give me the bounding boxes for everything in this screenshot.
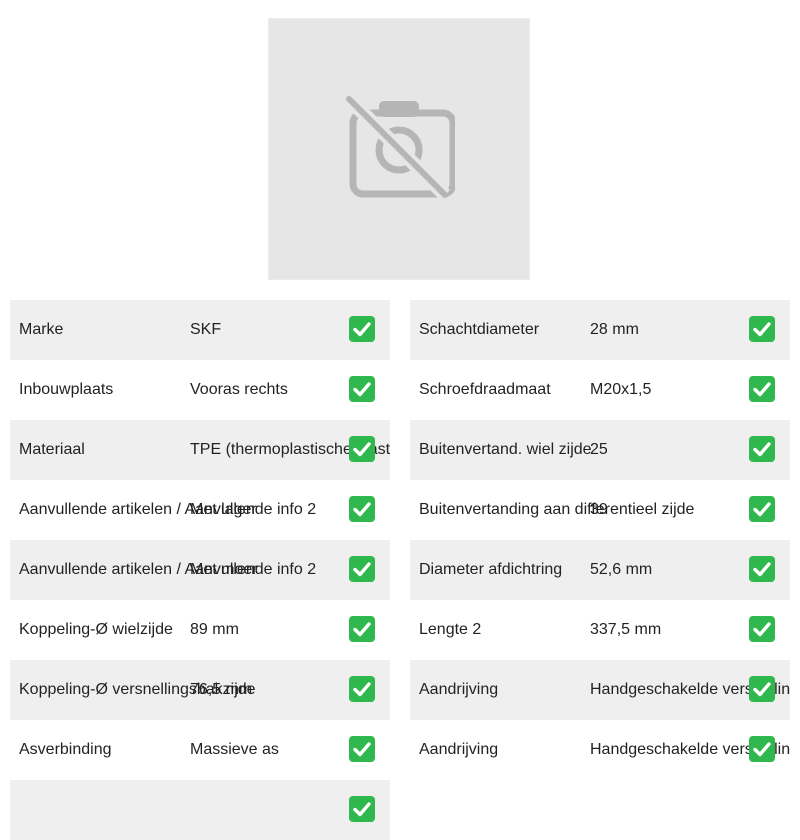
spec-label: Schroefdraadmaat	[419, 381, 551, 398]
check-icon	[349, 736, 375, 762]
check-icon	[749, 436, 775, 462]
spec-label: Aandrijving	[419, 741, 499, 758]
spec-label: Aanvullende artikelen / Aanvullende info…	[19, 561, 317, 578]
spec-value: Massieve as	[190, 741, 279, 758]
spec-label: Koppeling-Ø wielzijde	[19, 621, 173, 638]
spec-row: MateriaalTPE (thermoplastische elastomee…	[10, 420, 390, 480]
spec-row: Asverbinding Massieve as	[10, 720, 390, 780]
spec-label: Inbouwplaats	[19, 381, 114, 398]
spec-row: Buitenvertanding aan differentieel zijde…	[410, 480, 790, 540]
spec-label: Marke	[19, 321, 64, 338]
check-icon	[349, 676, 375, 702]
spec-table-left: Marke SKF Inbouwplaats Vooras rechts Materia…	[10, 300, 390, 840]
spec-row: AandrijvingHandgeschakelde versnellingsb…	[410, 720, 790, 780]
spec-label: Aandrijving	[419, 681, 499, 698]
spec-label: Aanvullende artikelen / Aanvullende info…	[19, 501, 317, 518]
spec-row: Aanvullende artikelen / Aanvullende info…	[10, 480, 390, 540]
spec-row: Lengte 2 337,5 mm	[410, 600, 790, 660]
check-icon	[349, 436, 375, 462]
spec-value: 28 mm	[590, 321, 639, 338]
spec-value: 52,6 mm	[590, 561, 653, 578]
spec-value: 39	[590, 501, 608, 518]
check-icon	[749, 676, 775, 702]
spec-value: 76,5 mm	[190, 681, 253, 698]
check-icon	[349, 496, 375, 522]
product-image-placeholder	[268, 18, 530, 280]
spec-label: Buitenvertanding aan differentieel zijde	[419, 501, 695, 518]
check-icon	[749, 556, 775, 582]
check-icon	[349, 556, 375, 582]
spec-value: Met lager	[190, 501, 257, 518]
spec-row: Diameter afdichtring 52,6 mm	[410, 540, 790, 600]
spec-row	[10, 780, 390, 840]
check-icon	[349, 376, 375, 402]
spec-label: Buitenvertand. wiel zijde	[419, 441, 592, 458]
spec-value: 89 mm	[190, 621, 239, 638]
spec-value: 337,5 mm	[590, 621, 662, 638]
spec-value: Vooras rechts	[190, 381, 288, 398]
spec-row: Schroefdraadmaat M20x1,5	[410, 360, 790, 420]
no-photo-icon	[344, 94, 455, 200]
spec-label: Materiaal	[19, 441, 85, 458]
check-icon	[349, 616, 375, 642]
spec-label: Diameter afdichtring	[419, 561, 563, 578]
spec-label: Asverbinding	[19, 741, 112, 758]
check-icon	[749, 376, 775, 402]
spec-row: AandrijvingHandgeschakelde versnellingsb…	[410, 660, 790, 720]
check-icon	[349, 316, 375, 342]
check-icon	[749, 316, 775, 342]
check-icon	[749, 496, 775, 522]
spec-value: 25	[590, 441, 608, 458]
spec-value: M20x1,5	[590, 381, 652, 398]
spec-value: Met moer	[190, 561, 258, 578]
spec-row: Schachtdiameter 28 mm	[410, 300, 790, 360]
spec-row: Inbouwplaats Vooras rechts	[10, 360, 390, 420]
spec-value: SKF	[190, 321, 222, 338]
spec-row: Koppeling-Ø wielzijde 89 mm	[10, 600, 390, 660]
spec-label: Schachtdiameter	[419, 321, 540, 338]
check-icon	[749, 616, 775, 642]
spec-row: Koppeling-Ø versnellingsbakzijde 76,5 mm	[10, 660, 390, 720]
spec-label: Lengte 2	[419, 621, 482, 638]
spec-row: Marke SKF	[10, 300, 390, 360]
spec-row: Buitenvertand. wiel zijde 25	[410, 420, 790, 480]
spec-table-right: Schachtdiameter 28 mm Schroefdraadmaat M20x…	[410, 300, 790, 780]
spec-row: Aanvullende artikelen / Aanvullende info…	[10, 540, 390, 600]
check-icon	[749, 736, 775, 762]
